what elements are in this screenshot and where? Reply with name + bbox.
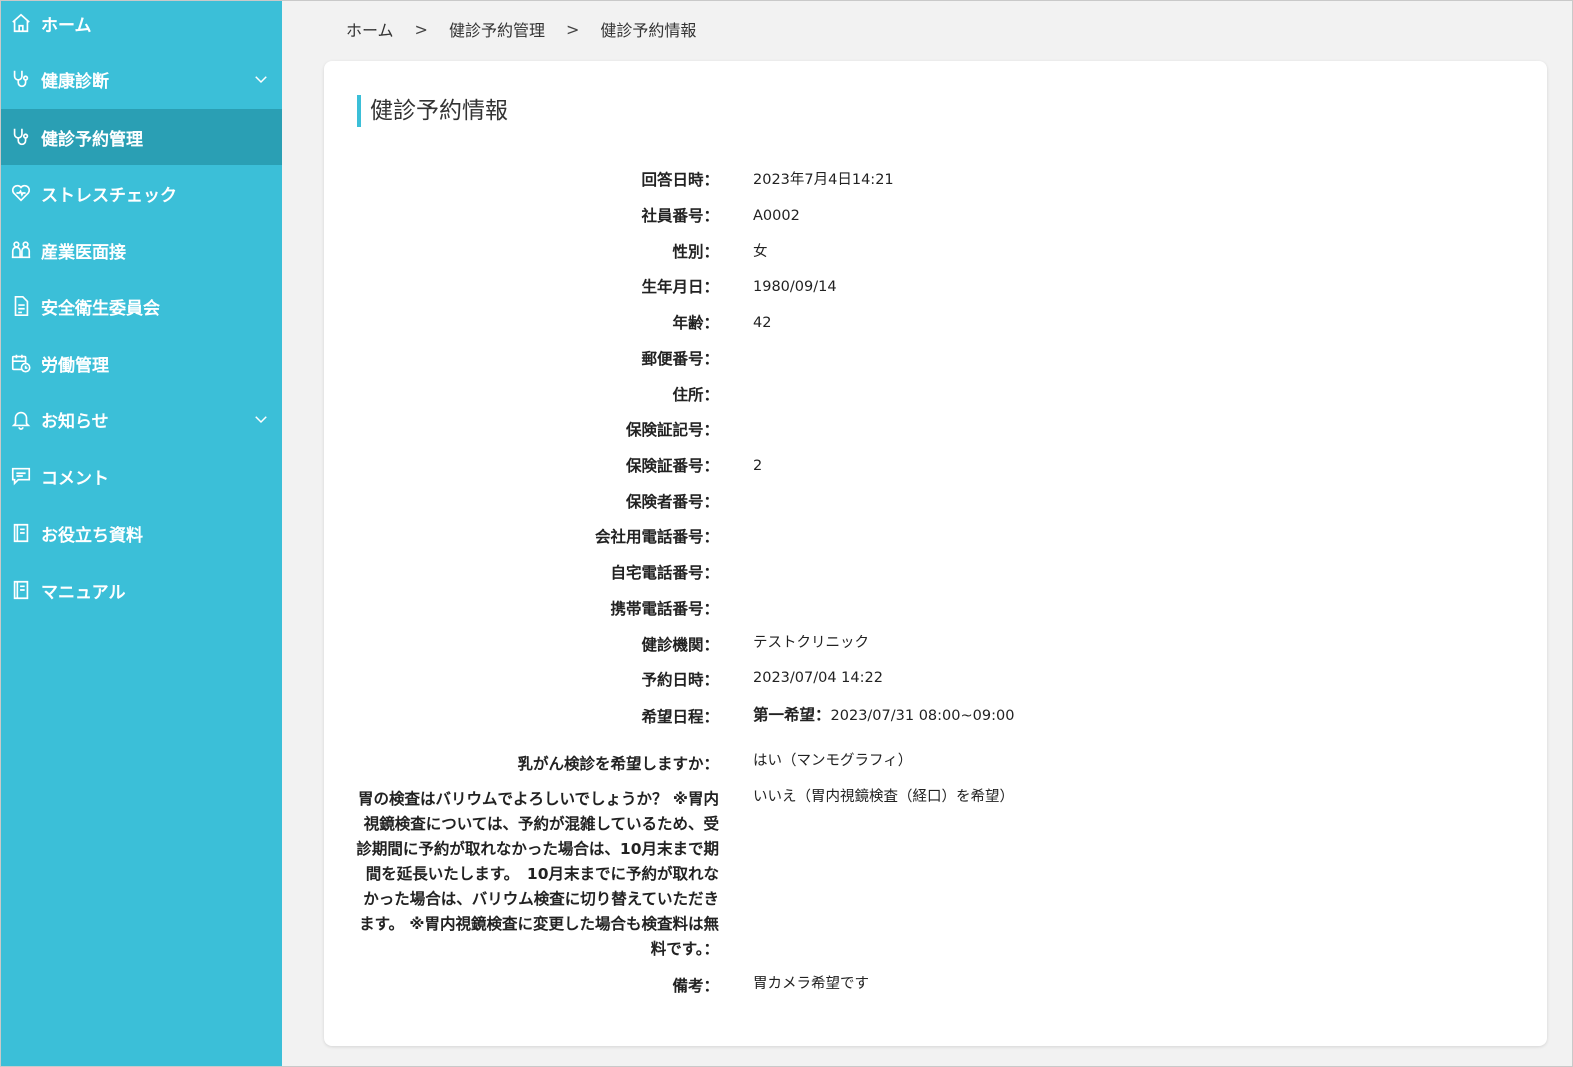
sidebar-item-label: 健康診断 [41,71,109,92]
detail-label: 会社用電話番号： [594,528,719,546]
sidebar-item-label: ストレスチェック [41,185,177,206]
detail-value: 2023年7月4日14:21 [753,172,894,188]
sidebar-item-health-checkup[interactable]: 健康診断 [1,51,282,107]
sidebar-item-label: お知らせ [41,411,109,432]
detail-value-group: 第一希望：2023/07/31 08:00~09:00 [753,706,1014,725]
sidebar-item-comments[interactable]: コメント [1,448,282,504]
detail-label: 保険者番号： [625,493,719,511]
detail-label: 年齢： [672,314,719,332]
breadcrumb-home[interactable]: ホーム [346,17,394,41]
breadcrumb-current: 健診予約情報 [600,21,697,40]
home-icon [10,12,32,34]
detail-label: 住所： [672,386,719,404]
sidebar-item-label: 産業医面接 [41,242,126,263]
detail-label: 郵便番号： [641,350,719,368]
sidebar-item-label: お役立ち資料 [41,525,143,546]
detail-label: 生年月日： [641,278,719,296]
detail-value: はい（マンモグラフィ） [753,753,913,769]
sidebar-item-reservation-management[interactable]: 健診予約管理 [1,109,282,165]
detail-label: 社員番号： [641,207,719,225]
detail-value: テストクリニック [753,635,869,651]
breadcrumb-reservation-management[interactable]: 健診予約管理 [449,17,545,41]
detail-value: 42 [753,315,772,331]
detail-value: 2 [753,458,763,474]
detail-value: 胃カメラ希望です [753,976,869,992]
sidebar: ホーム 健康診断 健診予約管理 ストレスチェック 産業医面接 安全衛生委員会 労… [1,1,282,1066]
bell-icon [10,408,32,430]
detail-value: 2023/07/04 14:22 [753,670,883,686]
page-title: 健診予約情報 [357,95,508,127]
detail-value: 女 [753,244,768,260]
heart-icon [10,182,32,204]
book-icon [10,579,32,601]
detail-label: 保険証記号： [625,421,719,439]
sidebar-item-notices[interactable]: お知らせ [1,391,282,447]
detail-label: 予約日時： [641,671,719,689]
breadcrumb-separator: > [565,19,580,39]
stethoscope-icon [10,126,32,148]
detail-label: 備考： [672,977,719,995]
detail-label: 胃の検査はバリウムでよろしいでしょうか？ ※胃内視鏡検査については、予約が混雑し… [356,790,719,958]
sidebar-item-doctor-interview[interactable]: 産業医面接 [1,222,282,278]
sidebar-item-safety-committee[interactable]: 安全衛生委員会 [1,278,282,334]
sidebar-item-label: 安全衛生委員会 [41,298,160,319]
chevron-down-icon[interactable] [252,410,270,428]
chevron-down-icon[interactable] [252,70,270,88]
detail-label: 自宅電話番号： [610,564,719,582]
detail-value: A0002 [753,208,800,224]
sidebar-item-label: ホーム [41,15,92,36]
people-icon [10,239,32,261]
sidebar-item-stress-check[interactable]: ストレスチェック [1,165,282,221]
detail-label: 携帯電話番号： [610,600,719,618]
stethoscope-icon [10,68,32,90]
comment-icon [10,465,32,487]
sidebar-item-home[interactable]: ホーム [1,0,282,51]
detail-label: 健診機関： [641,636,719,654]
detail-label: 性別： [672,243,719,261]
detail-label: 保険証番号： [625,457,719,475]
detail-value: 2023/07/31 08:00~09:00 [830,708,1015,724]
detail-label: 希望日程： [641,708,719,726]
sidebar-item-label: 労働管理 [41,355,109,376]
detail-value: いいえ（胃内視鏡検査（経口）を希望） [753,789,1014,805]
sidebar-item-resources[interactable]: お役立ち資料 [1,505,282,561]
calendar-clock-icon [10,352,32,374]
detail-value: 1980/09/14 [753,279,837,295]
sidebar-item-label: コメント [41,468,109,489]
detail-label: 乳がん検診を希望しますか： [517,755,719,773]
preferred-first-label: 第一希望： [753,706,831,724]
sidebar-item-manual[interactable]: マニュアル [1,562,282,618]
book-icon [10,522,32,544]
detail-card: 健診予約情報 回答日時： 2023年7月4日14:21 社員番号： A0002 … [324,61,1547,1046]
sidebar-item-labor-management[interactable]: 労働管理 [1,335,282,391]
sidebar-item-label: マニュアル [41,582,126,603]
detail-label: 回答日時： [641,171,719,189]
document-icon [10,295,32,317]
breadcrumb: ホーム > 健診予約管理 > 健診予約情報 [346,17,696,41]
breadcrumb-separator: > [414,19,428,39]
sidebar-item-label: 健診予約管理 [41,129,143,150]
